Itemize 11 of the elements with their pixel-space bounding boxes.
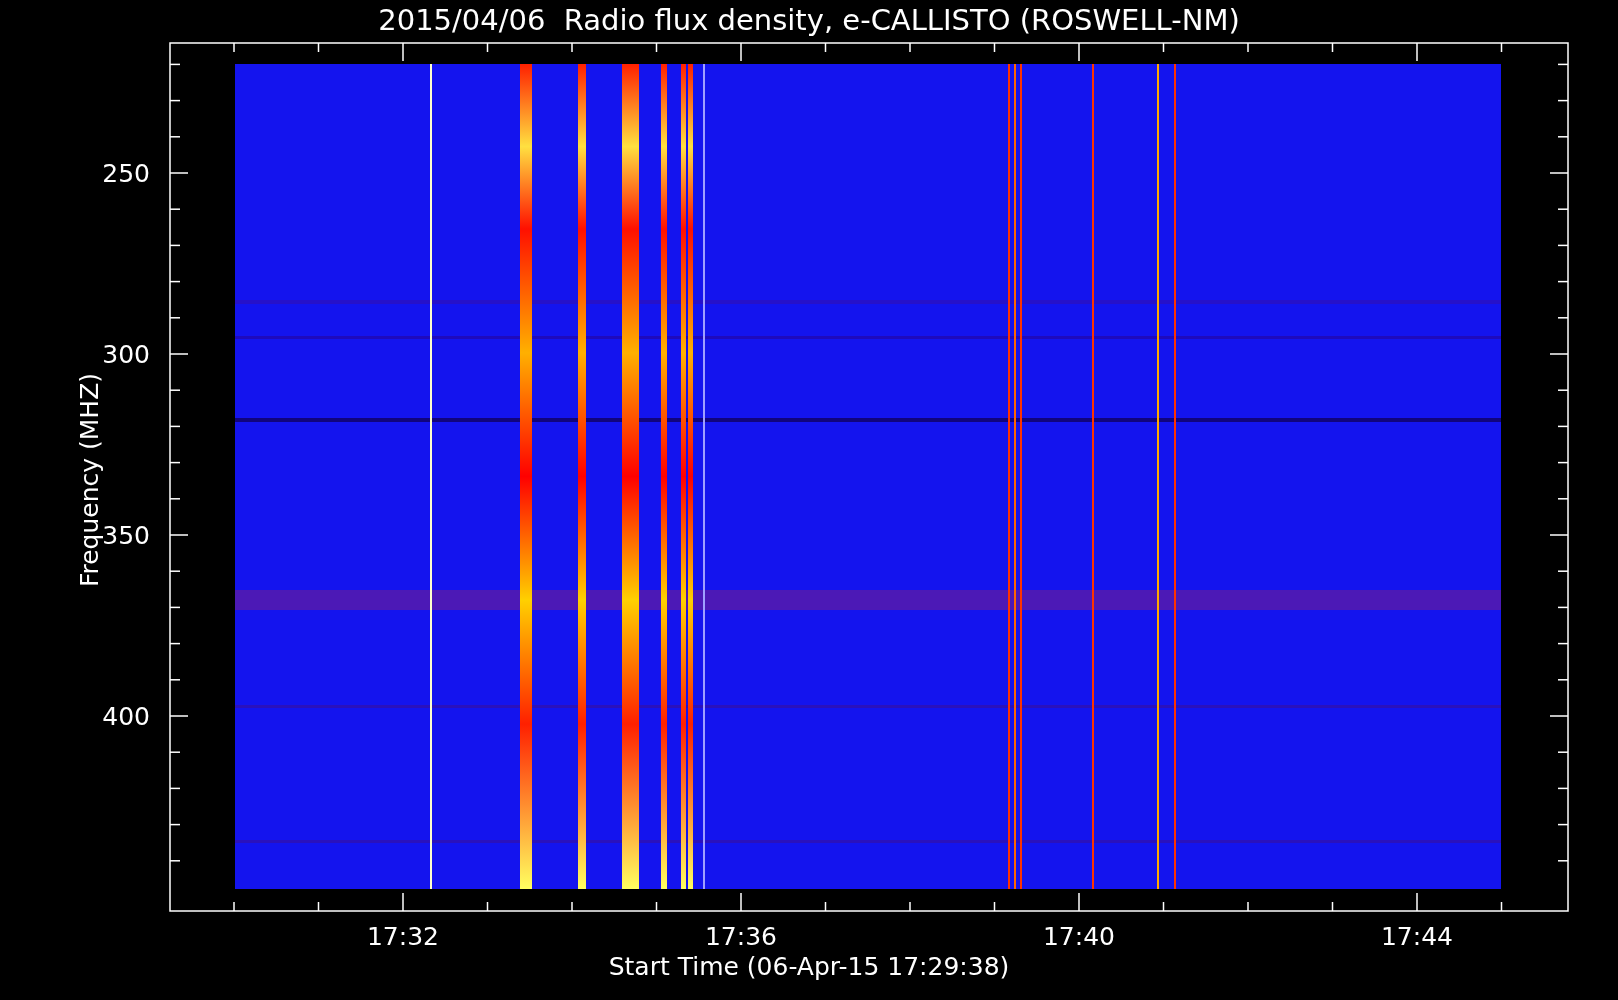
chart-title: 2015/04/06 Radio flux density, e-CALLISTO (ROSWELL-NM) [378,3,1240,37]
y-tick-label: 250 [102,159,150,188]
x-axis-label: Start Time (06-Apr-15 17:29:38) [608,952,1010,981]
x-tick-label: 17:44 [1381,922,1453,951]
y-tick-label: 350 [102,521,150,550]
x-tick-label: 17:32 [367,922,439,951]
y-tick-label: 400 [102,702,150,731]
y-tick-label: 300 [102,340,150,369]
x-tick-label: 17:40 [1043,922,1115,951]
y-axis-label: Frequency (MHZ) [75,372,104,588]
x-tick-label: 17:36 [705,922,777,951]
